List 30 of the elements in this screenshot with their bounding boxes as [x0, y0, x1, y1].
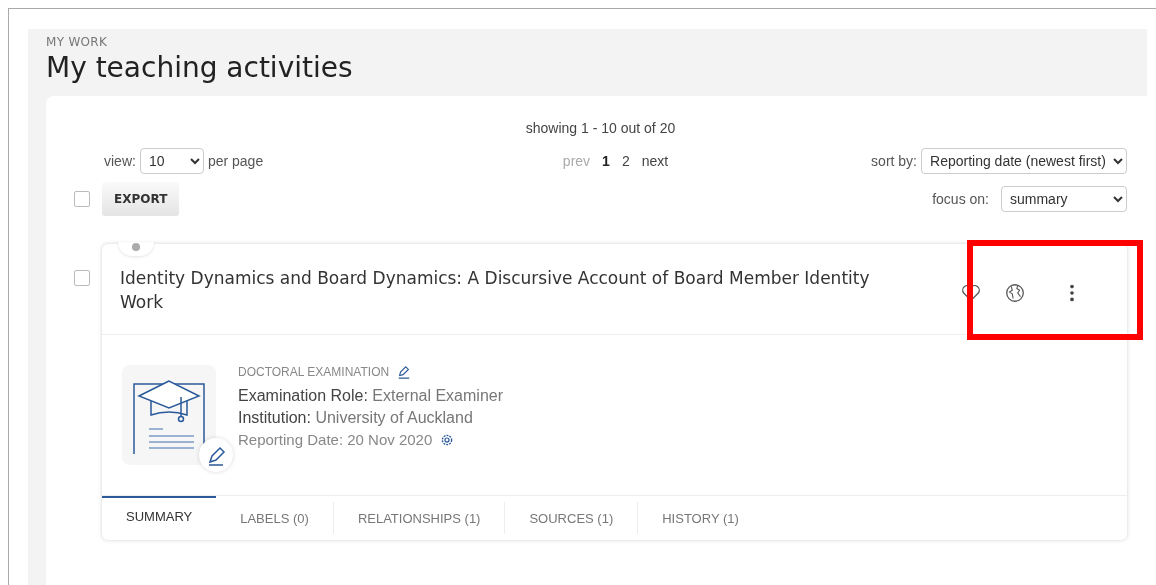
focus-label: focus on:	[932, 191, 989, 207]
export-button[interactable]: EXPORT	[102, 182, 180, 216]
record-field: Institution: University of Auckland	[238, 409, 503, 427]
page-link[interactable]: 2	[621, 153, 630, 169]
select-all-checkbox[interactable]	[74, 191, 90, 207]
focus-select[interactable]: summary	[1001, 186, 1127, 212]
record-tab[interactable]: SUMMARY	[102, 496, 217, 534]
record-tab[interactable]: LABELS (0)	[216, 502, 334, 534]
page-link[interactable]: next	[641, 153, 669, 169]
sort-select[interactable]: Reporting date (newest first)	[921, 148, 1127, 174]
result-count: showing 1 - 10 out of 20	[524, 120, 677, 136]
per-page-select[interactable]: 10	[139, 148, 204, 174]
record-field: Examination Role: External Examiner	[238, 387, 503, 405]
gear-icon[interactable]	[440, 432, 455, 447]
view-label: view:	[104, 153, 136, 169]
more-icon[interactable]	[1068, 282, 1076, 304]
record-tab[interactable]: RELATIONSHIPS (1)	[333, 502, 506, 534]
section-label: MY WORK	[46, 35, 109, 49]
record-field: Reporting Date: 20 Nov 2020	[238, 431, 433, 448]
record-title[interactable]: Identity Dynamics and Board Dynamics: A Discursive Account of Board Member Identity Work	[120, 266, 900, 320]
page-link[interactable]: 1	[602, 153, 610, 169]
record-checkbox[interactable]	[74, 270, 90, 286]
record-tab[interactable]: SOURCES (1)	[505, 502, 639, 534]
pencil-icon[interactable]	[397, 365, 412, 379]
page-title: My teaching activities	[46, 51, 354, 84]
sort-label: sort by:	[871, 153, 917, 169]
globe-icon[interactable]	[1004, 282, 1026, 304]
record-tab[interactable]: HISTORY (1)	[638, 502, 763, 534]
per-page-label: per page	[207, 153, 264, 169]
record-type: DOCTORAL EXAMINATION	[238, 365, 390, 379]
